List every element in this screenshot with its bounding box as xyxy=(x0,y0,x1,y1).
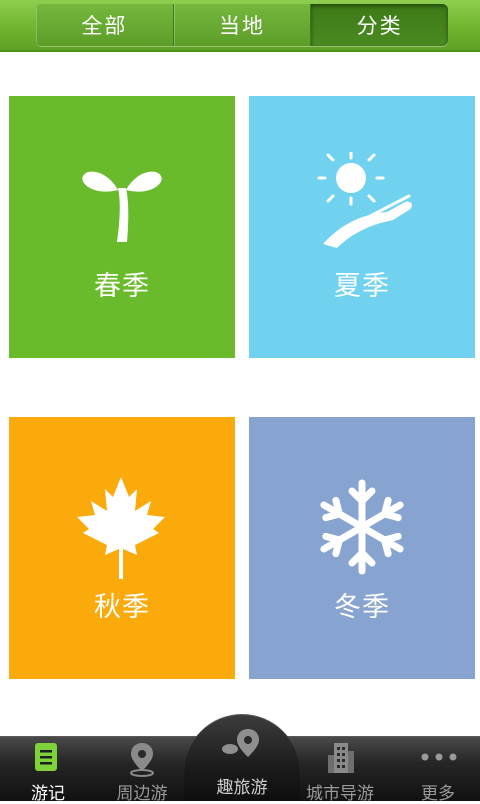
location-pin-icon xyxy=(130,743,154,777)
maple-leaf-icon xyxy=(77,477,165,579)
season-tile-winter[interactable]: 冬季 xyxy=(249,417,475,679)
season-tile-spring[interactable]: 春季 xyxy=(9,96,235,358)
nav-nearby[interactable]: 周边游 xyxy=(94,737,190,804)
tab-category[interactable]: 分类 xyxy=(311,4,448,46)
notes-icon xyxy=(35,743,57,771)
nav-more[interactable]: 更多 xyxy=(390,737,480,804)
sun-icon xyxy=(317,152,412,248)
nav-label-more: 更多 xyxy=(421,784,455,804)
season-label-spring: 春季 xyxy=(94,271,150,302)
nav-fun-travel[interactable]: 趣旅游 xyxy=(184,714,300,801)
season-tile-autumn[interactable]: 秋季 xyxy=(9,417,235,679)
top-bar: 全部 当地 分类 xyxy=(0,0,480,52)
tab-all[interactable]: 全部 xyxy=(36,4,174,46)
more-dots-icon xyxy=(421,753,457,761)
season-label-summer: 夏季 xyxy=(334,271,390,302)
snowflake-icon xyxy=(320,479,404,575)
tab-local[interactable]: 当地 xyxy=(173,4,312,46)
season-tile-summer[interactable]: 夏季 xyxy=(249,96,475,358)
category-tabs: 全部 当地 分类 xyxy=(36,4,448,46)
season-label-winter: 冬季 xyxy=(334,592,390,623)
sprout-icon xyxy=(82,171,162,242)
nav-label-city-guide: 城市导游 xyxy=(306,784,374,804)
city-building-icon xyxy=(328,743,354,773)
nav-label-fun-travel: 趣旅游 xyxy=(216,778,268,798)
map-pin-icon xyxy=(222,729,259,757)
nav-label-nearby: 周边游 xyxy=(116,784,168,804)
nav-label-notes: 游记 xyxy=(31,784,65,804)
nav-city-guide[interactable]: 城市导游 xyxy=(292,737,388,804)
nav-travel-notes[interactable]: 游记 xyxy=(0,737,96,804)
season-label-autumn: 秋季 xyxy=(94,592,150,623)
